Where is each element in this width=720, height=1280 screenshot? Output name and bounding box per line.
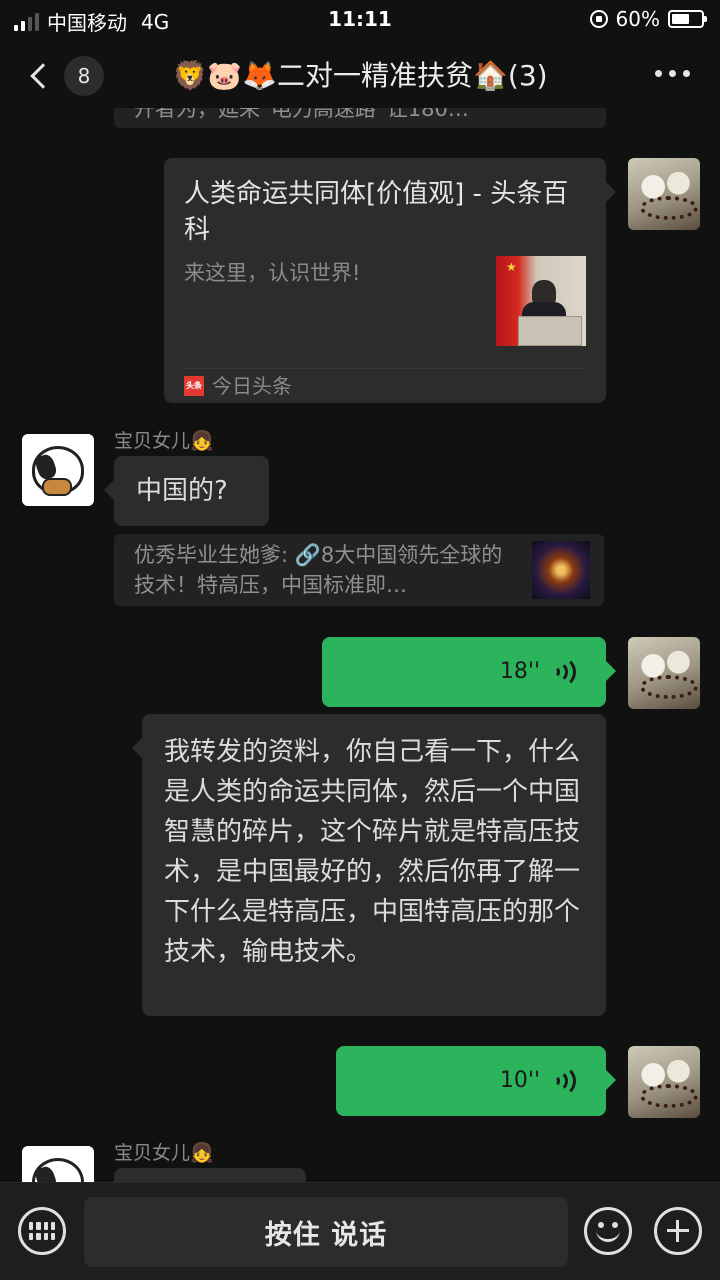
rotation-lock-icon: [589, 10, 608, 28]
hold-to-talk-button[interactable]: 按住 说话: [84, 1197, 568, 1267]
voice-duration: 10'': [499, 1068, 540, 1093]
quote-text: 优秀毕业生她爹: 🔗8大中国领先全球的技术！特高压，中国标准即…: [134, 543, 503, 597]
link-card-title: 人类命运共同体[价值观] - 头条百科: [184, 179, 569, 245]
link-card[interactable]: 人类命运共同体[价值观] - 头条百科 来这里，认识世界! ★ 头条 今日头条: [164, 158, 616, 403]
voice-wave-icon: [552, 656, 576, 688]
toutiao-logo-icon: 头条: [184, 376, 204, 396]
input-bar: 按住 说话: [0, 1182, 720, 1280]
voice-duration: 18'': [499, 659, 540, 684]
quote-thumbnail: [532, 541, 590, 599]
link-card-source: 今日头条: [212, 374, 292, 398]
sender-name: 宝贝女儿👧: [114, 1142, 214, 1164]
chevron-left-icon: [30, 63, 56, 89]
my-avatar[interactable]: [628, 1046, 700, 1118]
voice-message[interactable]: 18'': [322, 637, 616, 707]
sender-avatar[interactable]: [22, 1146, 94, 1182]
back-button[interactable]: 8: [24, 56, 104, 96]
battery-percent: 60%: [615, 7, 660, 31]
text-message[interactable]: 我转发的资料，你自己看一下，什么是人类的命运共同体，然后一个中国智慧的碎片，这个…: [132, 714, 606, 1016]
nav-bar: 8 🦁🐷🦊二对一精准扶贫🏠(3): [0, 40, 720, 108]
quote-message[interactable]: 开者为，延来“电力高速路”让180…: [114, 108, 606, 128]
quote-message[interactable]: 优秀毕业生她爹: 🔗8大中国领先全球的技术！特高压，中国标准即…: [114, 534, 604, 606]
text-message[interactable]: [114, 1168, 306, 1182]
voice-wave-icon: [552, 1065, 576, 1097]
sender-avatar[interactable]: [22, 434, 94, 506]
chat-title: 🦁🐷🦊二对一精准扶贫🏠(3): [172, 59, 548, 92]
text-message[interactable]: 中国的?: [104, 456, 269, 526]
my-avatar[interactable]: [628, 637, 700, 709]
voice-message[interactable]: 10'': [336, 1046, 616, 1116]
my-avatar[interactable]: [628, 158, 700, 230]
chat-history[interactable]: 开者为，延来“电力高速路”让180… 人类命运共同体[价值观] - 头条百科 来…: [0, 108, 720, 1182]
status-bar: 中国移动 4G 11:11 60%: [0, 0, 720, 38]
unread-count-badge: 8: [64, 56, 104, 96]
emoji-icon[interactable]: [584, 1207, 632, 1255]
link-card-thumbnail: ★: [496, 256, 586, 346]
sender-name: 宝贝女儿👧: [114, 430, 214, 452]
message-text: 中国的?: [136, 476, 228, 506]
message-text: 我转发的资料，你自己看一下，什么是人类的命运共同体，然后一个中国智慧的碎片，这个…: [164, 737, 581, 967]
battery-icon: [668, 10, 707, 28]
quote-text: 开者为，延来“电力高速路”让180…: [134, 108, 469, 121]
link-card-description: 来这里，认识世界!: [184, 261, 361, 285]
battery-fill: [672, 14, 689, 24]
more-options-icon[interactable]: [655, 70, 690, 77]
plus-icon[interactable]: [654, 1207, 702, 1255]
keyboard-icon[interactable]: [18, 1207, 66, 1255]
